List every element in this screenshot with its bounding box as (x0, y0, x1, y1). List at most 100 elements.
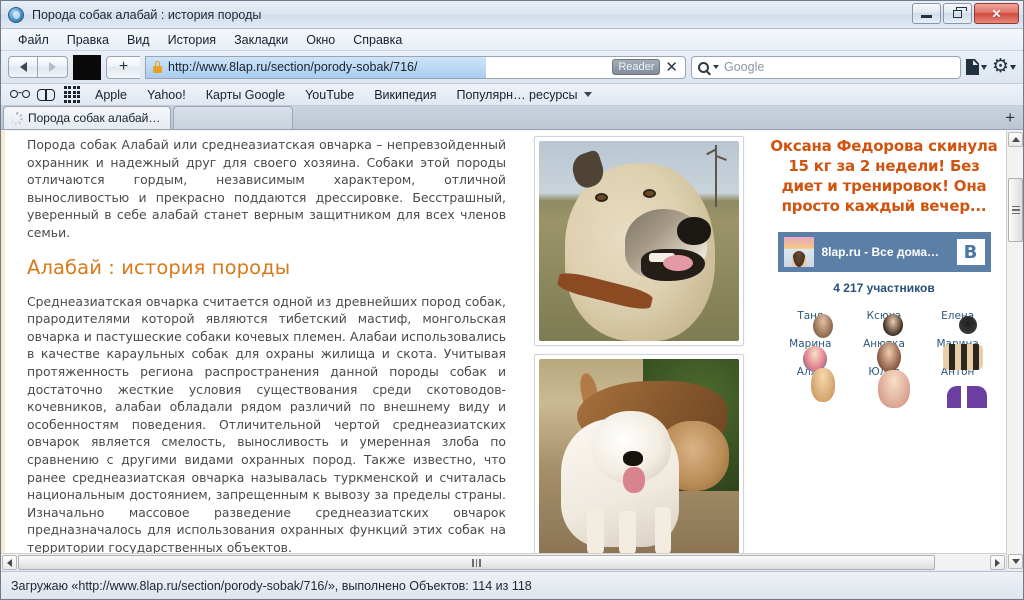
menu-file[interactable]: Файл (9, 31, 58, 49)
article-paragraph-2: Среднеазиатская овчарка считается одной … (27, 293, 506, 555)
loading-spinner-icon (10, 111, 23, 125)
stop-loading-button[interactable]: ✕ (665, 59, 678, 75)
vk-member[interactable]: Таня (778, 306, 844, 324)
sidebar-column: Оксана Федорова скинула 15 кг за 2 недел… (758, 131, 1008, 570)
bookmark-google-maps[interactable]: Карты Google (196, 86, 295, 104)
maximize-button[interactable] (943, 3, 972, 24)
bookmark-popular-resources[interactable]: Популярн… ресурсы (446, 86, 587, 104)
page-viewport: Порода собак Алабай или среднеазиатская … (1, 131, 1023, 570)
navigation-toolbar: + http://www.8lap.ru/section/porody-soba… (1, 51, 1023, 84)
window-controls: ✕ (912, 3, 1019, 24)
search-icon (698, 61, 709, 73)
vk-group-name: 8lap.ru - Все домашн… (821, 245, 949, 259)
vk-member[interactable]: Ксюха (851, 306, 917, 324)
vertical-scrollbar[interactable] (1006, 131, 1023, 570)
vk-member[interactable]: Марина (925, 334, 991, 352)
status-text: Загружаю «http://www.8lap.ru/section/por… (11, 578, 532, 593)
chevron-down-icon[interactable] (583, 92, 592, 97)
vk-members-count: 4 217 участников (833, 281, 935, 295)
bookmark-yahoo[interactable]: Yahoo! (137, 86, 196, 104)
menu-history[interactable]: История (159, 31, 225, 49)
vk-logo-icon[interactable]: B (956, 239, 985, 265)
title-bar: Порода собак алабай : история породы ✕ (1, 1, 1023, 29)
web-page: Порода собак Алабай или среднеазиатская … (1, 131, 1008, 570)
menu-window[interactable]: Окно (297, 31, 344, 49)
dog-photo-2 (539, 359, 739, 559)
image-column (526, 131, 758, 570)
vk-members-grid: Таня Ксюха Елена Марина Алла Антон (778, 306, 991, 380)
dog-photo-1 (539, 141, 739, 341)
status-bar: Загружаю «http://www.8lap.ru/section/por… (1, 571, 1023, 599)
tab-empty[interactable] (173, 106, 294, 129)
address-bar[interactable]: http://www.8lap.ru/section/porody-sobak/… (145, 55, 686, 79)
menu-bar: Файл Правка Вид История Закладки Окно Сп… (1, 29, 1023, 51)
back-button[interactable] (8, 56, 38, 78)
article-intro-paragraph: Порода собак Алабай или среднеазиатская … (27, 137, 506, 240)
toolbar-blank-button[interactable] (73, 54, 101, 80)
photo-frame-1[interactable] (534, 136, 744, 346)
grip-icon (1011, 205, 1020, 215)
vk-member[interactable]: Марина (778, 334, 844, 352)
grip-icon (472, 558, 481, 567)
horizontal-scrollbar[interactable] (1, 553, 1006, 570)
menu-edit[interactable]: Правка (58, 31, 118, 49)
close-icon: ✕ (991, 6, 1002, 21)
page-file-icon (966, 59, 979, 75)
search-field[interactable]: Google (691, 55, 961, 79)
bookmarks-bar: Apple Yahoo! Карты Google YouTube Википе… (1, 84, 1023, 106)
vk-group-widget: 8lap.ru - Все домашн… B 4 217 участников… (777, 232, 991, 380)
tab-label: Порода собак алабай… (28, 111, 161, 125)
chevron-down-icon[interactable] (713, 65, 719, 69)
tab-bar: Порода собак алабай… + (1, 106, 1023, 130)
forward-arrow-icon (49, 62, 56, 72)
gear-icon (992, 59, 1008, 75)
grid-apps-icon[interactable] (59, 85, 85, 105)
settings-button[interactable] (992, 59, 1016, 75)
maximize-icon (953, 6, 967, 18)
horizontal-scrollbar-thumb[interactable] (18, 555, 935, 570)
vk-member[interactable]: Анютка (851, 334, 917, 352)
minimize-button[interactable] (912, 3, 941, 24)
close-button[interactable]: ✕ (974, 3, 1019, 24)
page-actions-button[interactable] (966, 59, 987, 75)
nav-buttons-group (8, 56, 68, 78)
article-column: Порода собак Алабай или среднеазиатская … (1, 131, 526, 570)
advertisement-text[interactable]: Оксана Федорова скинула 15 кг за 2 недел… (770, 136, 998, 216)
address-bar-url: http://www.8lap.ru/section/porody-sobak/… (168, 60, 418, 74)
scroll-left-button[interactable] (2, 555, 17, 570)
tab-active[interactable]: Порода собак алабай… (3, 106, 172, 129)
chevron-left-icon (7, 558, 12, 567)
reading-glasses-icon[interactable] (7, 85, 33, 105)
scroll-down-button[interactable] (1008, 554, 1023, 569)
bookmark-wikipedia[interactable]: Википедия (364, 86, 446, 104)
bookmark-youtube[interactable]: YouTube (295, 86, 364, 104)
new-tab-button[interactable]: + (1005, 109, 1015, 126)
menu-bookmarks[interactable]: Закладки (225, 31, 297, 49)
bookmark-apple[interactable]: Apple (85, 86, 137, 104)
scroll-right-button[interactable] (990, 555, 1005, 570)
article-heading: Алабай : история породы (27, 255, 291, 279)
forward-button[interactable] (38, 56, 68, 78)
add-bookmark-button[interactable]: + (106, 55, 140, 79)
browser-window: Порода собак алабай : история породы ✕ Ф… (0, 0, 1024, 600)
vk-widget-header[interactable]: 8lap.ru - Все домашн… B (777, 232, 991, 272)
chevron-down-icon (1011, 559, 1020, 564)
book-icon[interactable] (33, 85, 59, 105)
chevron-down-icon (1010, 64, 1016, 70)
reader-button[interactable]: Reader (612, 59, 661, 75)
chevron-down-icon (981, 64, 987, 70)
window-title: Порода собак алабай : история породы (32, 7, 262, 22)
photo-frame-2[interactable] (534, 354, 744, 564)
chevron-right-icon (995, 558, 1000, 567)
app-icon (8, 6, 24, 23)
minimize-icon (921, 15, 932, 18)
back-arrow-icon (19, 62, 27, 72)
search-placeholder: Google (724, 60, 765, 74)
scroll-up-button[interactable] (1008, 132, 1023, 147)
vertical-scrollbar-thumb[interactable] (1008, 178, 1023, 242)
vk-member[interactable]: Елена (925, 306, 991, 324)
menu-view[interactable]: Вид (118, 31, 159, 49)
vk-group-avatar (783, 237, 814, 267)
lock-icon (153, 61, 162, 73)
menu-help[interactable]: Справка (344, 31, 411, 49)
